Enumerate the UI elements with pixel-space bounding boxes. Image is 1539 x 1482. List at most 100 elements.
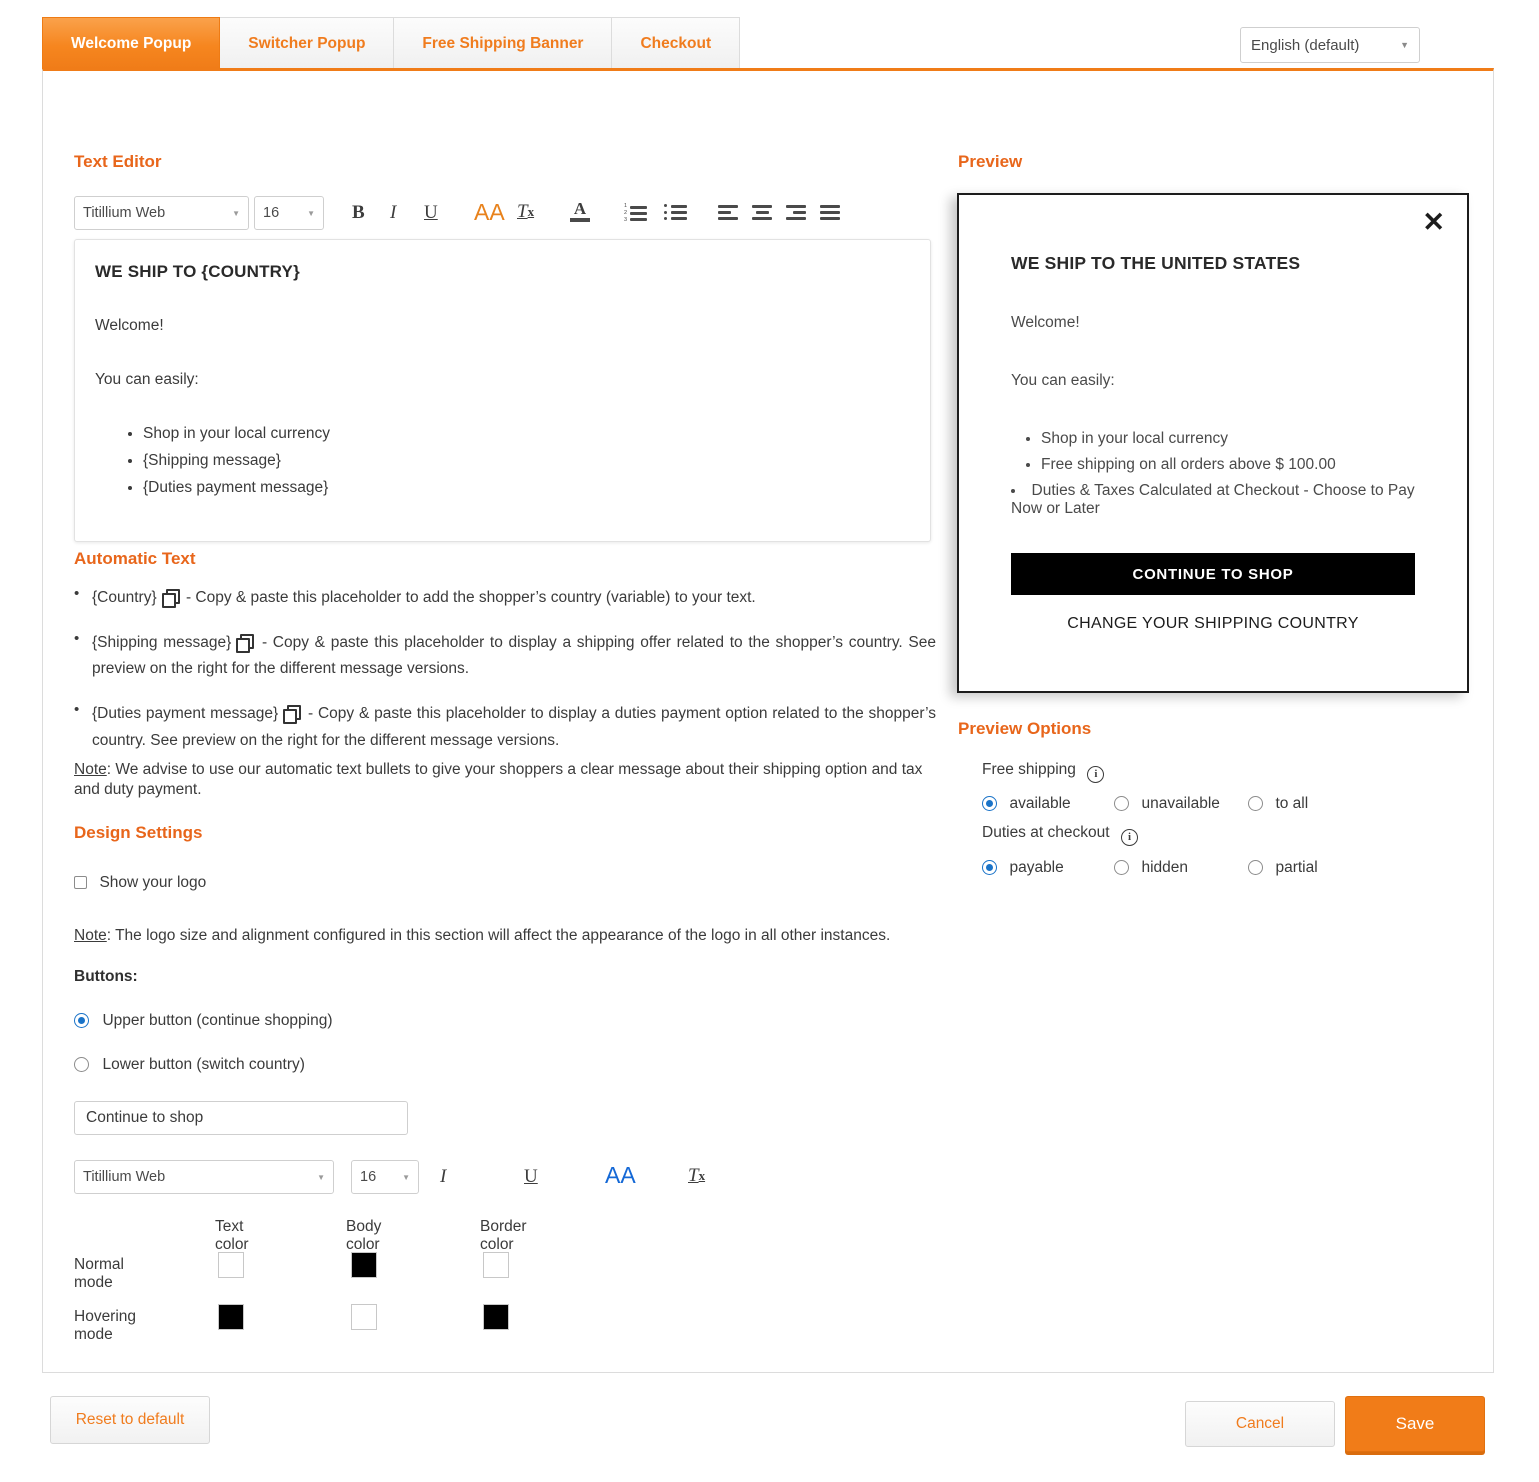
editor-paragraph-2: You can easily: bbox=[95, 371, 199, 388]
show-logo-row[interactable]: Show your logo bbox=[74, 874, 206, 892]
editor-format-toolbar: B I U AA Tx A 123 bbox=[352, 200, 842, 230]
button-font-size-value: 16 bbox=[360, 1169, 377, 1185]
chevron-down-icon: ▼ bbox=[232, 208, 240, 218]
swatch-normal-text-color[interactable] bbox=[218, 1252, 244, 1278]
duties-checkout-label: Duties at checkout bbox=[982, 824, 1110, 841]
editor-bullet-list: Shop in your local currency {Shipping me… bbox=[95, 425, 910, 497]
free-shipping-group: Free shipping i bbox=[982, 761, 1105, 783]
tab-switcher-popup[interactable]: Switcher Popup bbox=[220, 17, 395, 69]
swatch-hover-text-color[interactable] bbox=[218, 1304, 244, 1330]
show-logo-checkbox[interactable] bbox=[74, 876, 87, 889]
copy-icon[interactable] bbox=[236, 633, 255, 653]
text-editor-canvas[interactable]: WE SHIP TO {COUNTRY} Welcome! You can ea… bbox=[74, 239, 931, 542]
partial-radio[interactable] bbox=[1248, 860, 1263, 875]
clear-formatting-glyph: T bbox=[517, 201, 528, 222]
close-icon[interactable]: ✕ bbox=[1422, 209, 1445, 236]
copy-icon[interactable] bbox=[283, 704, 302, 724]
underline-icon[interactable]: U bbox=[424, 203, 438, 222]
popup-paragraph-1: Welcome! bbox=[1011, 314, 1080, 331]
column-header-border-color: Border color bbox=[480, 1218, 527, 1253]
option-payable[interactable]: payable bbox=[982, 859, 1064, 877]
payable-radio[interactable] bbox=[982, 860, 997, 875]
text-color-icon[interactable]: A bbox=[570, 200, 590, 222]
editor-heading: WE SHIP TO {COUNTRY} bbox=[95, 262, 300, 281]
align-justify-icon[interactable] bbox=[820, 205, 840, 220]
bold-icon[interactable]: B bbox=[352, 203, 365, 222]
column-header-body-color: Body color bbox=[346, 1218, 382, 1253]
cancel-button[interactable]: Cancel bbox=[1185, 1401, 1335, 1447]
editor-font-family-select[interactable]: Titillium Web ▼ bbox=[74, 196, 249, 230]
swatch-normal-body-color[interactable] bbox=[351, 1252, 377, 1278]
bullet-marker: • bbox=[74, 585, 80, 602]
placeholder-description: - Copy & paste this placeholder to add t… bbox=[181, 589, 756, 606]
section-title-automatic-text: Automatic Text bbox=[74, 549, 196, 568]
lower-button-radio[interactable] bbox=[74, 1057, 89, 1072]
copy-icon[interactable] bbox=[161, 589, 180, 608]
option-hidden[interactable]: hidden bbox=[1114, 859, 1188, 877]
swatch-normal-border-color[interactable] bbox=[483, 1252, 509, 1278]
tab-checkout[interactable]: Checkout bbox=[612, 17, 741, 69]
section-title-preview: Preview bbox=[958, 152, 1023, 171]
popup-primary-button[interactable]: CONTINUE TO SHOP bbox=[1011, 553, 1415, 595]
hidden-radio[interactable] bbox=[1114, 860, 1129, 875]
editor-font-size-select[interactable]: 16 ▼ bbox=[254, 196, 324, 230]
underline-icon[interactable]: U bbox=[524, 1167, 538, 1186]
clear-formatting-icon[interactable]: Tx bbox=[517, 202, 534, 221]
popup-secondary-link[interactable]: CHANGE YOUR SHIPPING COUNTRY bbox=[1011, 615, 1415, 633]
reset-to-default-button[interactable]: Reset to default bbox=[50, 1396, 210, 1444]
align-center-icon[interactable] bbox=[752, 205, 772, 220]
list-item: Free shipping on all orders above $ 100.… bbox=[1041, 456, 1415, 474]
section-title-design-settings: Design Settings bbox=[74, 823, 203, 842]
radio-upper-button[interactable]: Upper button (continue shopping) bbox=[74, 1012, 333, 1030]
align-left-icon[interactable] bbox=[718, 205, 738, 220]
upper-button-radio[interactable] bbox=[74, 1013, 89, 1028]
font-size-color-icon[interactable]: AA bbox=[474, 201, 505, 224]
option-partial[interactable]: partial bbox=[1248, 859, 1318, 877]
italic-icon[interactable]: I bbox=[440, 1167, 446, 1186]
option-to-all[interactable]: to all bbox=[1248, 795, 1308, 813]
payable-label: payable bbox=[1009, 859, 1064, 876]
note-label: Note bbox=[74, 761, 107, 778]
language-select[interactable]: English (default) ▼ bbox=[1240, 27, 1420, 63]
popup-paragraph-2: You can easily: bbox=[1011, 372, 1115, 389]
option-unavailable[interactable]: unavailable bbox=[1114, 795, 1220, 813]
placeholder-token: {Duties payment message} bbox=[92, 704, 279, 722]
swatch-hover-border-color[interactable] bbox=[483, 1304, 509, 1330]
available-radio[interactable] bbox=[982, 796, 997, 811]
button-format-toolbar: I U AA Tx bbox=[440, 1164, 740, 1194]
row-label-hovering-mode: Hovering mode bbox=[74, 1308, 137, 1343]
button-font-size-select[interactable]: 16 ▼ bbox=[351, 1160, 419, 1194]
info-icon[interactable]: i bbox=[1120, 829, 1138, 846]
swatch-hover-body-color[interactable] bbox=[351, 1304, 377, 1330]
chevron-down-icon: ▼ bbox=[317, 1172, 325, 1182]
list-item: {Shipping message} bbox=[143, 452, 910, 470]
to-all-radio[interactable] bbox=[1248, 796, 1263, 811]
hidden-label: hidden bbox=[1141, 859, 1188, 876]
unavailable-radio[interactable] bbox=[1114, 796, 1129, 811]
radio-lower-button[interactable]: Lower button (switch country) bbox=[74, 1056, 305, 1074]
available-label: available bbox=[1009, 795, 1071, 812]
chevron-down-icon: ▼ bbox=[1400, 40, 1409, 50]
unordered-list-icon[interactable] bbox=[664, 204, 687, 220]
ordered-list-icon[interactable]: 123 bbox=[624, 203, 648, 224]
buttons-label: Buttons: bbox=[74, 968, 138, 985]
save-button[interactable]: Save bbox=[1345, 1396, 1485, 1452]
button-font-family-select[interactable]: Titillium Web ▼ bbox=[74, 1160, 334, 1194]
tab-bar: Welcome Popup Switcher Popup Free Shippi… bbox=[42, 17, 741, 69]
info-icon[interactable]: i bbox=[1087, 766, 1105, 783]
font-size-color-icon[interactable]: AA bbox=[605, 1164, 636, 1187]
option-available[interactable]: available bbox=[982, 795, 1071, 813]
section-title-text-editor: Text Editor bbox=[74, 152, 162, 171]
column-header-text-color: Text color bbox=[215, 1218, 249, 1253]
clear-formatting-icon[interactable]: Tx bbox=[688, 1166, 705, 1185]
note-label: Note bbox=[74, 927, 107, 944]
duties-checkout-group: Duties at checkout i bbox=[982, 824, 1138, 846]
italic-icon[interactable]: I bbox=[390, 203, 396, 222]
tab-free-shipping-banner[interactable]: Free Shipping Banner bbox=[394, 17, 613, 69]
editor-font-size-value: 16 bbox=[263, 205, 280, 221]
tab-welcome-popup[interactable]: Welcome Popup bbox=[42, 17, 221, 69]
automatic-text-note: Note: We advise to use our automatic tex… bbox=[74, 760, 944, 800]
list-item: • {Shipping message} - Copy & paste this… bbox=[74, 630, 936, 683]
button-text-input[interactable] bbox=[74, 1101, 408, 1135]
align-right-icon[interactable] bbox=[786, 205, 806, 220]
